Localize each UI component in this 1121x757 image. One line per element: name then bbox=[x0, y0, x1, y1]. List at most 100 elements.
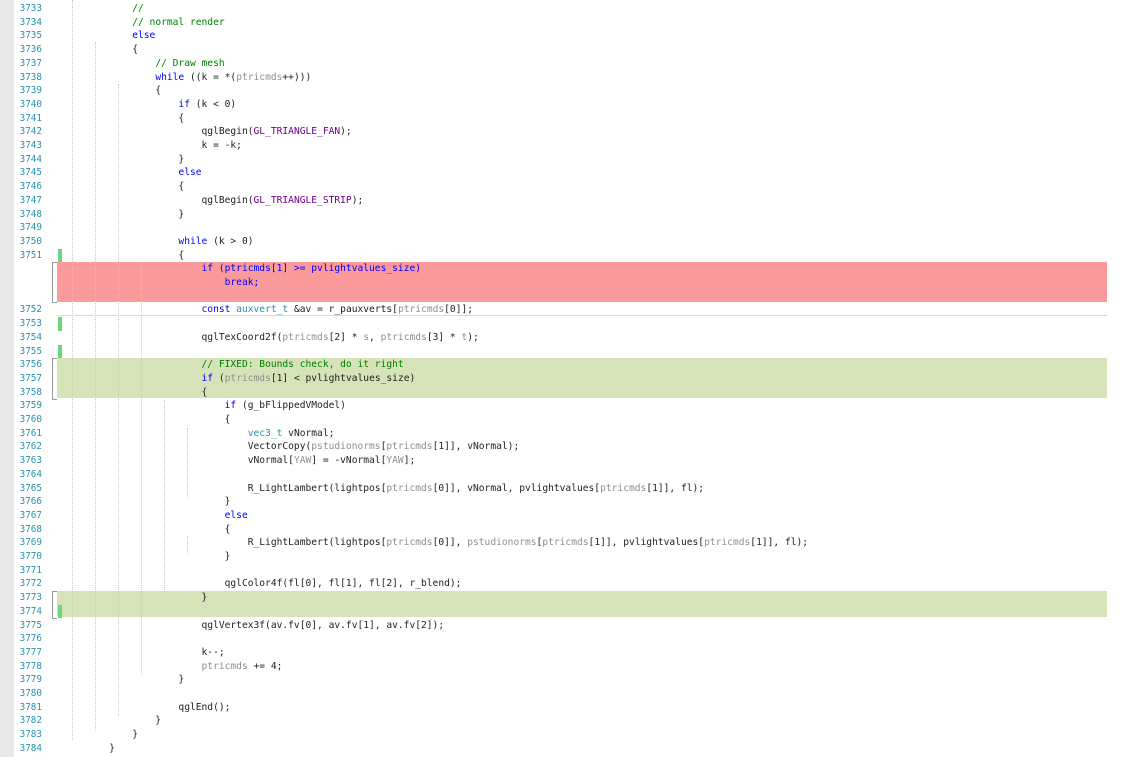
code-token: GL_TRIANGLE_STRIP bbox=[253, 194, 352, 206]
code-line[interactable]: 3746 { bbox=[14, 180, 1121, 194]
code-line[interactable]: 3748 } bbox=[14, 208, 1121, 222]
code-line[interactable]: 3768 { bbox=[14, 523, 1121, 537]
code-line[interactable]: 3734 // normal render bbox=[14, 16, 1121, 30]
code-line[interactable]: 3783 } bbox=[14, 728, 1121, 742]
code-line[interactable]: 3752 const auxvert_t &av = r_pauxverts[p… bbox=[14, 303, 1121, 317]
code-token: ++))) bbox=[282, 71, 312, 83]
code-token: ptricmds bbox=[282, 331, 329, 343]
code-line[interactable]: 3756 // FIXED: Bounds check, do it right bbox=[14, 358, 1121, 372]
code-token: // FIXED: Bounds check, do it right bbox=[201, 359, 404, 371]
code-line[interactable]: 3740 if (k < 0) bbox=[14, 98, 1121, 112]
code-line[interactable]: 3739 { bbox=[14, 84, 1121, 98]
code-line[interactable]: 3778 ptricmds += 4; bbox=[14, 660, 1121, 674]
code-line[interactable]: 3777 k--; bbox=[14, 646, 1121, 660]
code-line[interactable]: 3774 bbox=[14, 604, 1121, 619]
code-line[interactable]: 3769 R_LightLambert(lightpos[ptricmds[0]… bbox=[14, 536, 1121, 550]
code-line[interactable]: 3761 vec3_t vNormal; bbox=[14, 427, 1121, 441]
code-line[interactable]: 3745 else bbox=[14, 166, 1121, 180]
code-line[interactable]: 3747 qglBegin(GL_TRIANGLE_STRIP); bbox=[14, 194, 1121, 208]
line-number: 3756 bbox=[19, 359, 42, 371]
code-line[interactable]: 3737 // Draw mesh bbox=[14, 57, 1121, 71]
code-token: ptricmds bbox=[386, 482, 433, 494]
code-line[interactable] bbox=[14, 290, 1121, 304]
code-line[interactable]: 3766 } bbox=[14, 495, 1121, 509]
line-number: 3780 bbox=[19, 688, 42, 699]
code-token: pstudionorms bbox=[311, 441, 381, 453]
code-line[interactable]: 3780 bbox=[14, 687, 1121, 701]
code-line[interactable]: 3754 qglTexCoord2f(ptricmds[2] * s, ptri… bbox=[14, 331, 1121, 345]
code-token: [2] * bbox=[328, 331, 364, 343]
code-line[interactable]: 3773 } bbox=[14, 591, 1121, 605]
code-line[interactable]: 3758 { bbox=[14, 386, 1121, 400]
line-number: 3768 bbox=[19, 523, 42, 535]
line-number: 3742 bbox=[19, 126, 42, 138]
code-token: } bbox=[86, 729, 138, 741]
code-line[interactable]: 3767 else bbox=[14, 509, 1121, 523]
line-code: k = -k; bbox=[86, 139, 242, 153]
line-number: 3760 bbox=[19, 414, 42, 425]
line-number: 3770 bbox=[19, 551, 42, 562]
code-line[interactable]: 3741 { bbox=[14, 112, 1121, 126]
code-token: qglTexCoord2f( bbox=[86, 331, 283, 343]
line-number: 3749 bbox=[19, 222, 42, 234]
code-line[interactable]: 3755 bbox=[14, 344, 1121, 359]
code-token: vNormal; bbox=[282, 427, 335, 439]
code-line[interactable]: 3765 R_LightLambert(lightpos[ptricmds[0]… bbox=[14, 482, 1121, 496]
line-code: qglEnd(); bbox=[86, 701, 230, 715]
code-line[interactable]: 3781 qglEnd(); bbox=[14, 701, 1121, 715]
code-line[interactable]: 3742 qglBegin(GL_TRIANGLE_FAN); bbox=[14, 125, 1121, 139]
line-number: 3750 bbox=[19, 235, 42, 247]
line-code: // FIXED: Bounds check, do it right bbox=[86, 358, 404, 372]
code-line[interactable]: 3772 qglColor4f(fl[0], fl[1], fl[2], r_b… bbox=[14, 577, 1121, 591]
code-line[interactable]: 3743 k = -k; bbox=[14, 139, 1121, 153]
line-number: 3779 bbox=[19, 674, 42, 686]
diff-code-editor[interactable]: 3733 //3734 // normal render 3735 else 373… bbox=[0, 0, 1121, 757]
code-token: [0]], vNormal, pvlightvalues[ bbox=[432, 482, 601, 494]
code-line[interactable]: 3762 VectorCopy(pstudionorms[ptricmds[1]… bbox=[14, 440, 1121, 454]
line-number: 3765 bbox=[19, 482, 42, 494]
code-token: (k > 0) bbox=[207, 235, 254, 247]
code-token: { bbox=[86, 85, 162, 97]
code-token: { bbox=[86, 112, 185, 124]
code-token: ); bbox=[340, 126, 352, 138]
code-line[interactable]: 3744 } bbox=[14, 153, 1121, 167]
code-line[interactable]: 3784 } bbox=[14, 742, 1121, 756]
code-line[interactable]: 3733 // bbox=[14, 2, 1121, 16]
code-line[interactable]: 3770 } bbox=[14, 550, 1121, 564]
code-line[interactable]: 3775 qglVertex3f(av.fv[0], av.fv[1], av.… bbox=[14, 619, 1121, 633]
code-line[interactable]: 3735 else bbox=[14, 29, 1121, 43]
code-line[interactable]: 3759 if (g_bFlippedVModel) bbox=[14, 399, 1121, 413]
code-line[interactable]: 3782 } bbox=[14, 714, 1121, 728]
code-line[interactable]: 3779 } bbox=[14, 673, 1121, 687]
code-line[interactable]: 3763 vNormal[YAW] = -vNormal[YAW]; bbox=[14, 454, 1121, 468]
code-token: &av = r_pauxverts[ bbox=[288, 304, 398, 316]
code-line[interactable]: if (ptricmds[1] >= pvlightvalues_size) bbox=[14, 262, 1121, 276]
line-code: R_LightLambert(lightpos[ptricmds[0]], vN… bbox=[86, 482, 704, 496]
code-token: VectorCopy( bbox=[86, 441, 312, 453]
line-code: if (ptricmds[1] < pvlightvalues_size) bbox=[86, 372, 416, 386]
code-line[interactable]: 3736 { bbox=[14, 43, 1121, 57]
code-line[interactable]: 3751 { bbox=[14, 248, 1121, 263]
line-number: 3778 bbox=[19, 660, 42, 672]
code-token: ptricmds bbox=[380, 331, 427, 343]
code-line[interactable]: break; bbox=[14, 276, 1121, 290]
line-number: 3781 bbox=[19, 701, 42, 713]
code-line[interactable]: 3760 { bbox=[14, 413, 1121, 427]
code-line[interactable]: 3764 bbox=[14, 468, 1121, 482]
code-line[interactable]: 3749 bbox=[14, 221, 1121, 235]
code-line[interactable]: 3757 if (ptricmds[1] < pvlightvalues_siz… bbox=[14, 372, 1121, 386]
code-line[interactable]: 3753 bbox=[14, 317, 1121, 331]
code-line[interactable]: 3771 bbox=[14, 564, 1121, 578]
code-token: qglBegin( bbox=[86, 194, 254, 206]
code-line[interactable]: 3776 bbox=[14, 632, 1121, 646]
code-line[interactable]: 3750 while (k > 0) bbox=[14, 235, 1121, 249]
line-number: 3747 bbox=[19, 194, 42, 206]
code-line[interactable]: 3738 while ((k = *(ptricmds++))) bbox=[14, 71, 1121, 85]
